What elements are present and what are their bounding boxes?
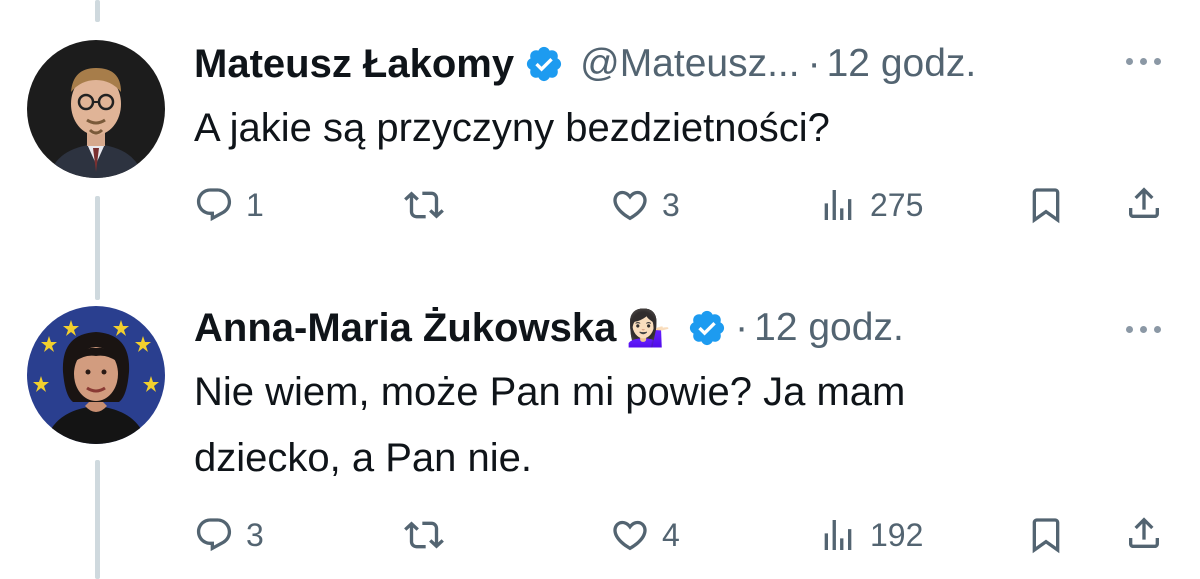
views-icon (824, 190, 852, 220)
views-count: 192 (870, 516, 924, 553)
heart-icon (613, 190, 647, 221)
like-count: 4 (662, 516, 680, 553)
tweet-actions: 3 4 192 (0, 513, 1200, 563)
retweet-button[interactable] (404, 515, 444, 555)
avatar[interactable] (27, 40, 165, 178)
bookmark-button[interactable] (1026, 515, 1066, 555)
reply-count: 1 (246, 186, 264, 223)
tweet-text-line: A jakie są przyczyny bezdzietności? (194, 106, 830, 150)
reply-button[interactable]: 3 (194, 515, 264, 555)
views-button[interactable]: 275 (818, 185, 923, 225)
reply-icon (196, 518, 232, 552)
like-button[interactable]: 3 (610, 185, 680, 225)
share-icon (1129, 187, 1159, 218)
tweet-text: A jakie są przyczyny bezdzietności? (194, 100, 1154, 156)
tweet[interactable]: Mateusz Łakomy @Mateusz... · 12 godz. A … (0, 0, 1200, 260)
tweet-text-line: dziecko, a Pan nie. (194, 436, 532, 480)
retweet-button[interactable] (404, 185, 444, 225)
tweet[interactable]: Anna-Maria Żukowska 💁🏻‍♀️ · 12 godz. Nie… (0, 260, 1200, 579)
like-count: 3 (662, 186, 680, 223)
retweet-icon (404, 521, 444, 549)
like-button[interactable]: 4 (610, 515, 680, 555)
reply-count: 3 (246, 516, 264, 553)
bookmark-icon (1032, 188, 1060, 224)
author-name[interactable]: Anna-Maria Żukowska (194, 306, 616, 351)
tweet-text-line: Nie wiem, może Pan mi powie? Ja mam (194, 370, 906, 414)
more-icon[interactable] (1126, 326, 1161, 333)
author-emoji: 💁🏻‍♀️ (626, 307, 672, 348)
share-button[interactable] (1124, 183, 1164, 223)
timestamp[interactable]: 12 godz. (754, 306, 904, 350)
tweet-header: Mateusz Łakomy @Mateusz... · 12 godz. (194, 36, 976, 92)
retweet-icon (404, 191, 444, 219)
more-icon[interactable] (1126, 58, 1161, 65)
share-icon (1129, 517, 1159, 548)
reply-button[interactable]: 1 (194, 185, 264, 225)
verified-badge-icon[interactable] (524, 44, 564, 84)
bookmark-icon (1032, 518, 1060, 554)
views-count: 275 (870, 186, 924, 223)
tweet-header: Anna-Maria Żukowska 💁🏻‍♀️ · 12 godz. (194, 300, 904, 356)
separator-dot: · (735, 306, 749, 349)
bookmark-button[interactable] (1026, 185, 1066, 225)
avatar[interactable] (27, 306, 165, 444)
separator-dot: · (807, 42, 821, 85)
author-name[interactable]: Mateusz Łakomy (194, 42, 514, 87)
views-icon (824, 520, 852, 550)
timestamp[interactable]: 12 godz. (827, 42, 977, 86)
tweet-actions: 1 3 275 (0, 181, 1200, 231)
share-button[interactable] (1124, 513, 1164, 553)
views-button[interactable]: 192 (818, 515, 923, 555)
reply-icon (196, 188, 232, 222)
heart-icon (613, 520, 647, 551)
verified-badge-icon[interactable] (687, 308, 727, 348)
author-handle[interactable]: @Mateusz... (580, 42, 800, 86)
tweet-text: Nie wiem, może Pan mi powie? Ja mam dzie… (194, 364, 1154, 486)
